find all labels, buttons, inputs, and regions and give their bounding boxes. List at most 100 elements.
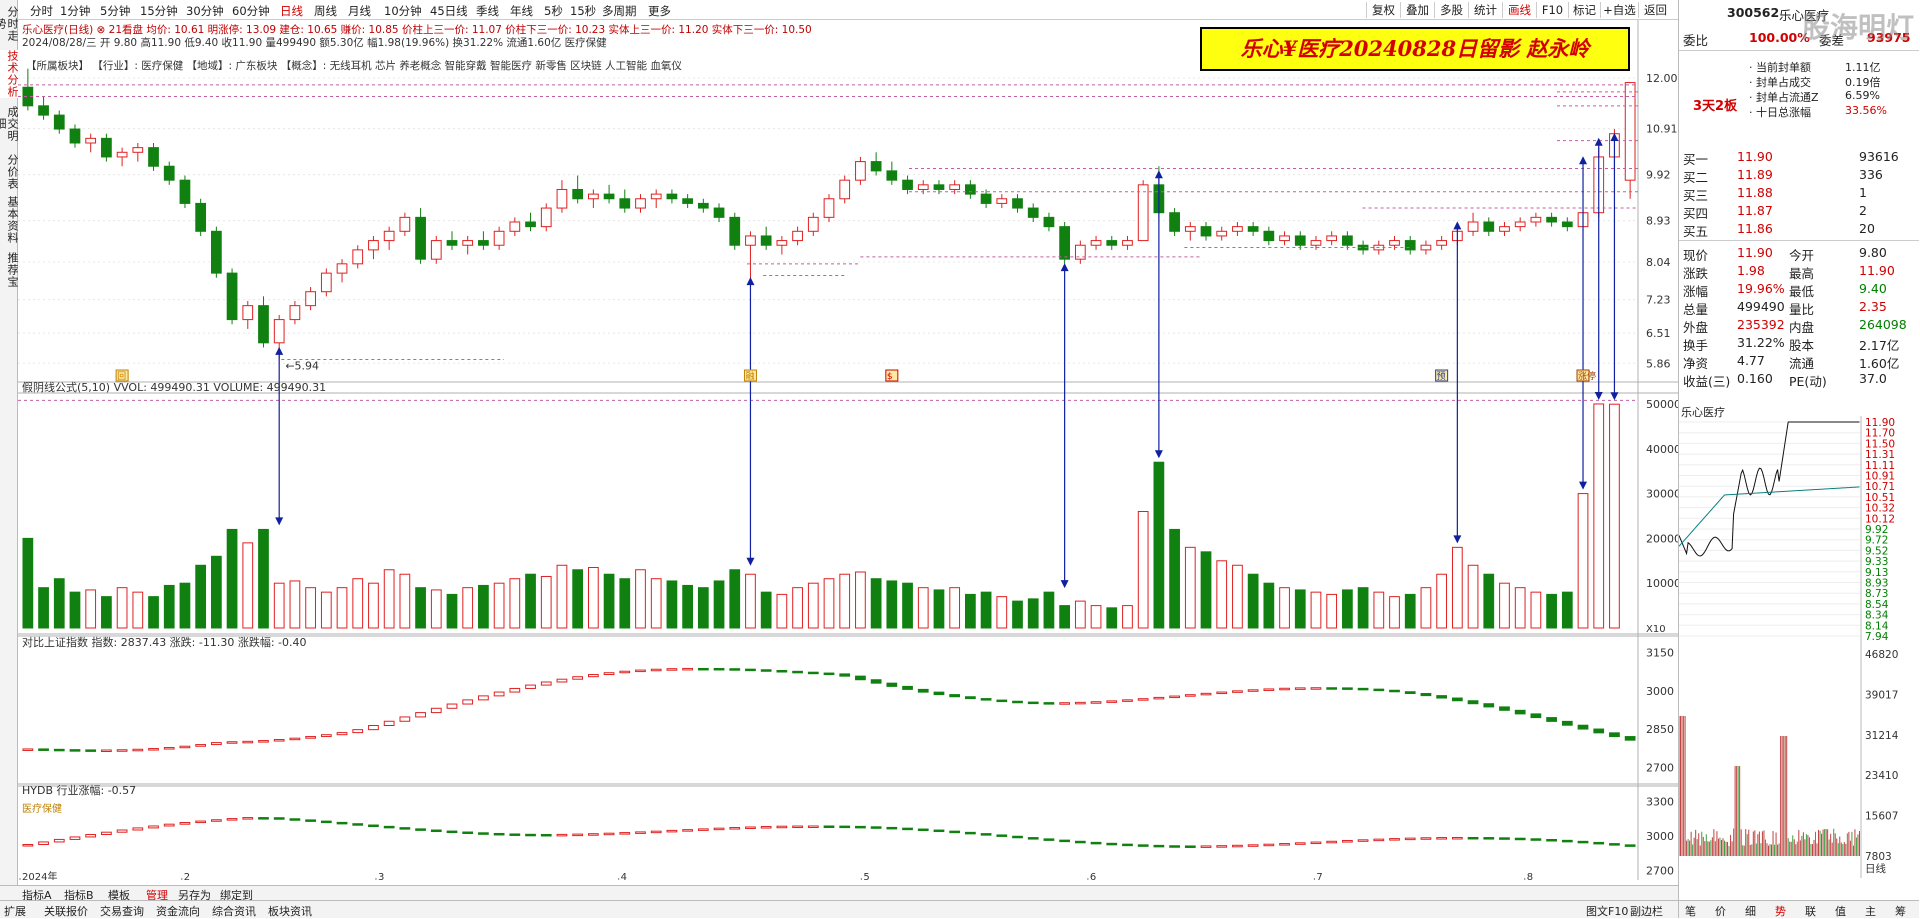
period-0[interactable]: 分时	[30, 3, 53, 19]
stat-row-3-cell: 499490	[1737, 299, 1785, 314]
mini-tab-0[interactable]: 笔	[1685, 903, 1696, 919]
left-tab-1[interactable]: 技术分析	[0, 50, 18, 98]
volume-tick-label: 10000	[1646, 577, 1678, 590]
hydb-candle	[824, 826, 834, 828]
mini-tab-5[interactable]: 值	[1835, 903, 1846, 919]
index-candle	[306, 737, 316, 739]
tool-fanhui[interactable]: 返回	[1638, 2, 1672, 18]
volume-bar	[1562, 592, 1572, 628]
candle-body	[384, 231, 394, 240]
seal-row: · 当前封单额 1.11亿	[1679, 58, 1919, 73]
tool-f10[interactable]: F10	[1536, 2, 1568, 18]
volume-bar	[918, 588, 928, 628]
mini-tab-4[interactable]: 联	[1805, 903, 1816, 919]
hydb-candle	[918, 829, 928, 831]
status-3[interactable]: 资金流向	[156, 903, 200, 919]
volume-bar	[557, 565, 567, 628]
index-candle	[683, 668, 693, 670]
period-8[interactable]: 月线	[348, 3, 371, 19]
period-1[interactable]: 1分钟	[60, 3, 90, 19]
candle-body	[714, 208, 724, 217]
hydb-candle	[1217, 846, 1227, 848]
index-candle	[1500, 707, 1510, 710]
period-2[interactable]: 5分钟	[100, 3, 130, 19]
tool-duogu[interactable]: 多股	[1434, 2, 1468, 18]
index-candle	[1390, 690, 1400, 692]
index-candle	[604, 673, 614, 675]
volume-bar	[651, 579, 661, 628]
hydb-candle	[887, 827, 897, 829]
tool-huaxian[interactable]: 画线	[1502, 2, 1536, 18]
stat-row-5-cell: 31.22%	[1737, 335, 1785, 350]
candle-body	[1515, 222, 1525, 227]
period-12[interactable]: 年线	[510, 3, 533, 19]
left-tab-3[interactable]: 分价表	[0, 152, 18, 192]
period-5[interactable]: 60分钟	[232, 3, 270, 19]
mini-tab-1[interactable]: 价	[1715, 903, 1726, 919]
hydb-candle	[1233, 845, 1243, 847]
volume-bar	[1358, 588, 1368, 628]
volume-bar	[1154, 462, 1164, 628]
status-right-1[interactable]: 副边栏	[1630, 903, 1663, 919]
candle-body	[1013, 199, 1023, 208]
mini-tab-2[interactable]: 细	[1745, 903, 1756, 919]
tool-fuquan[interactable]: 复权	[1366, 2, 1400, 18]
ob-separator	[1679, 240, 1919, 241]
mini-tab-7[interactable]: 筹	[1895, 903, 1906, 919]
status-4[interactable]: 综合资讯	[212, 903, 256, 919]
index-candle	[1201, 693, 1211, 695]
period-4[interactable]: 30分钟	[186, 3, 224, 19]
period-10[interactable]: 45日线	[430, 3, 468, 19]
mini-tab-6[interactable]: 主	[1865, 903, 1876, 919]
period-6[interactable]: 日线	[280, 3, 303, 19]
left-tab-0[interactable]: 分时走势	[0, 2, 18, 46]
candle-body	[730, 217, 740, 245]
candle-body	[259, 306, 269, 343]
index-candle	[400, 717, 410, 721]
stat-row-7: 收益(三) 0.160 PE(动) 37.0	[1679, 370, 1919, 388]
left-tab-5[interactable]: 推荐宝	[0, 250, 18, 290]
hydb-candle	[966, 832, 976, 834]
period-11[interactable]: 季线	[476, 3, 499, 19]
period-16[interactable]: 更多	[648, 3, 671, 19]
candle-body	[1044, 217, 1054, 226]
tool-tongji[interactable]: 统计	[1468, 2, 1502, 18]
status-right-0[interactable]: 图文F10	[1586, 903, 1628, 919]
stat-row-4-cell: 264098	[1859, 317, 1907, 332]
period-14[interactable]: 15秒	[570, 3, 596, 19]
candle-body	[793, 231, 803, 240]
status-2[interactable]: 交易查询	[100, 903, 144, 919]
period-9[interactable]: 10分钟	[384, 3, 422, 19]
candle-body	[133, 148, 143, 153]
stat-row-4: 外盘 235392 内盘 264098	[1679, 316, 1919, 334]
index-candle	[369, 726, 379, 730]
period-15[interactable]: 多周期	[602, 3, 637, 19]
status-1[interactable]: 关联报价	[44, 903, 88, 919]
kline-chart[interactable]: 12.00 10.91 9.92 8.93 8.04 7.23 6.51 5.86 ←5.94 5…	[18, 20, 1678, 880]
status-0[interactable]: 扩展	[4, 903, 26, 919]
buy-row-4-cell: 11.86	[1737, 221, 1773, 236]
link-arrow-head	[275, 347, 283, 355]
volume-bar	[164, 585, 174, 628]
candle-body	[1327, 236, 1337, 241]
tool-diejia[interactable]: 叠加	[1400, 2, 1434, 18]
hydb-candle	[23, 845, 33, 847]
period-7[interactable]: 周线	[314, 3, 337, 19]
mini-vol-label: 7803	[1865, 851, 1892, 863]
tool-zixuan[interactable]: +自选	[1600, 2, 1638, 18]
status-5[interactable]: 板块资讯	[268, 903, 312, 919]
index-candle	[274, 740, 284, 742]
period-3[interactable]: 15分钟	[140, 3, 178, 19]
stat-row-4-cell: 235392	[1737, 317, 1785, 332]
mini-tab-3[interactable]: 势	[1775, 903, 1786, 919]
hydb-candle	[997, 835, 1007, 837]
left-tab-4[interactable]: 基本资料	[0, 196, 18, 244]
period-13[interactable]: 5秒	[544, 3, 563, 19]
index-candle	[966, 697, 976, 699]
left-tab-2[interactable]: 成交明细	[0, 102, 18, 146]
candle-body	[290, 306, 300, 320]
index-candle	[1248, 690, 1258, 692]
mini-intraday[interactable]: 乐心医疗 11.90 11.70 11.50 11.31 11.11 10.91 10.71…	[1679, 402, 1919, 878]
tool-biaoji[interactable]: 标记	[1568, 2, 1600, 18]
hydb-tag: 医疗保健	[22, 802, 62, 815]
